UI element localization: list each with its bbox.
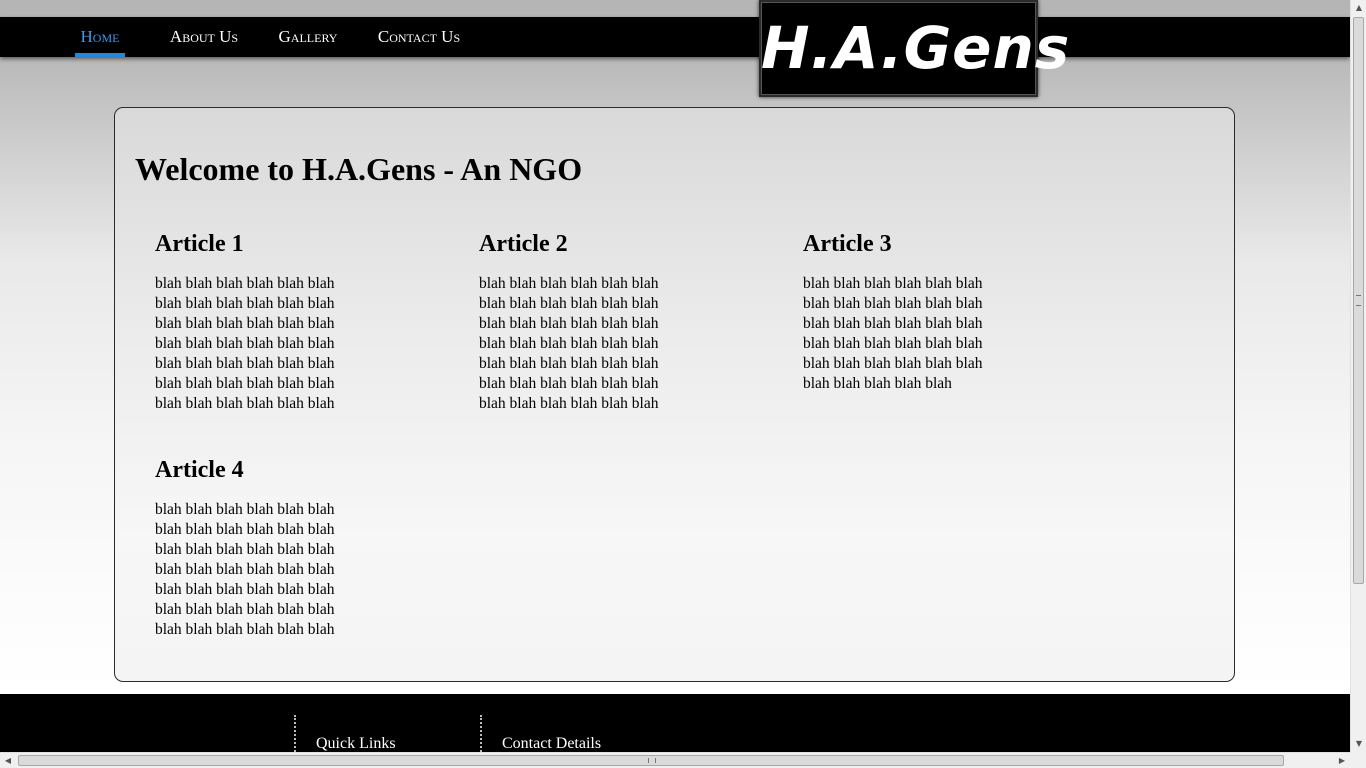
scroll-left-icon[interactable]: ◀: [0, 753, 16, 768]
nav-gallery[interactable]: Gallery: [274, 17, 342, 57]
scrollbar-corner: [1350, 752, 1366, 768]
contact-details-heading: Contact Details: [502, 735, 602, 752]
site-footer: Quick Links Contact Details: [0, 694, 1350, 752]
nav-home[interactable]: Home: [75, 17, 125, 57]
footer-quick-links: Quick Links: [294, 715, 396, 752]
article-2: Article 2 blah blah blah blah blah blah …: [479, 230, 779, 414]
grip-icon: [1356, 295, 1361, 306]
main-navigation: Home About Us Gallery Contact Us: [0, 17, 1350, 57]
article-body: blah blah blah blah blah blah blah blah …: [155, 501, 335, 638]
article-1: Article 1 blah blah blah blah blah blah …: [155, 230, 455, 414]
article-body: blah blah blah blah blah blah blah blah …: [155, 275, 335, 412]
nav-contact-us[interactable]: Contact Us: [373, 17, 465, 57]
article-title: Article 2: [479, 231, 568, 257]
horizontal-scroll-thumb[interactable]: [18, 755, 1284, 766]
article-title: Article 4: [155, 457, 244, 483]
scroll-down-icon[interactable]: ▼: [1351, 736, 1366, 752]
grip-icon: [648, 758, 656, 763]
quick-links-heading: Quick Links: [316, 735, 396, 752]
vertical-scroll-thumb[interactable]: [1353, 17, 1364, 584]
article-body: blah blah blah blah blah blah blah blah …: [803, 275, 983, 392]
site-logo[interactable]: H.A.Gens: [759, 0, 1069, 97]
nav-about-us[interactable]: About Us: [165, 17, 243, 57]
vertical-scrollbar[interactable]: ▲ ▼: [1350, 0, 1366, 752]
scroll-up-icon[interactable]: ▲: [1351, 0, 1366, 16]
article-title: Article 3: [803, 231, 892, 257]
article-title: Article 1: [155, 231, 244, 257]
footer-contact-details: Contact Details: [480, 715, 601, 752]
page-title: Welcome to H.A.Gens - An NGO: [135, 151, 583, 187]
horizontal-scrollbar[interactable]: ◀ ▶: [0, 752, 1350, 768]
scroll-right-icon[interactable]: ▶: [1334, 753, 1350, 768]
article-body: blah blah blah blah blah blah blah blah …: [479, 275, 659, 412]
article-4: Article 4 blah blah blah blah blah blah …: [155, 456, 455, 640]
article-3: Article 3 blah blah blah blah blah blah …: [803, 230, 1103, 394]
top-strip: [0, 0, 1350, 17]
